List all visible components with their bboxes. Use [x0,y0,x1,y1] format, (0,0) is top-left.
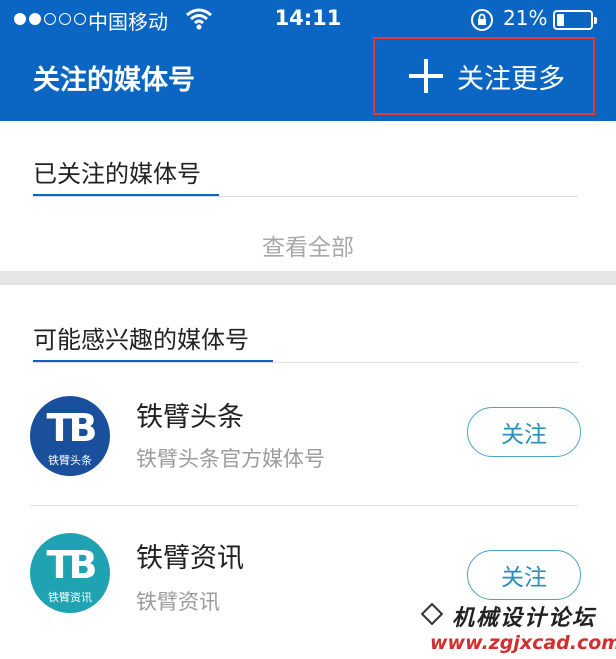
battery-icon [553,10,597,30]
tiebi-logo-icon: TB [46,406,98,450]
media-name: 铁臂头条 [136,402,244,433]
battery-fill [557,14,564,26]
avatar: TB 铁臂资讯 [30,533,110,613]
battery-tip [594,17,597,24]
page-title: 关注的媒体号 [33,65,195,96]
logo-caption: 铁臂头条 [48,454,92,467]
follow-button[interactable]: 关注 [467,550,581,600]
media-description: 铁臂头条官方媒体号 [136,447,325,471]
media-list-item[interactable]: TB 铁臂头条 铁臂头条 铁臂头条官方媒体号 关注 [0,363,616,503]
logo-caption: 铁臂资讯 [48,591,92,604]
avatar: TB 铁臂头条 [30,396,110,476]
app-header: 中国移动 14:11 21% 关注的媒体号 关注更多 [0,0,616,121]
screen: 中国移动 14:11 21% 关注的媒体号 关注更多 已关注的媒体号 查看全部 … [0,0,616,659]
orientation-lock-icon [470,8,494,36]
media-description: 铁臂资讯 [136,590,220,614]
diamond-icon [420,602,444,626]
divider [33,196,578,197]
plus-icon [409,59,443,93]
followed-section-title: 已关注的媒体号 [33,160,201,188]
watermark: 机械设计论坛 www.zgjxcad.com [418,598,616,659]
section-gap [0,271,616,285]
follow-more-button[interactable]: 关注更多 [373,37,595,115]
watermark-url: www.zgjxcad.com [430,632,616,654]
suggested-section-title: 可能感兴趣的媒体号 [33,326,249,354]
battery-percent: 21% [503,6,548,30]
watermark-title: 机械设计论坛 [452,606,597,631]
follow-more-label: 关注更多 [457,63,565,95]
tiebi-logo-icon: TB [46,543,98,587]
view-all-link[interactable]: 查看全部 [0,228,616,262]
media-name: 铁臂资讯 [136,543,244,574]
status-bar: 中国移动 14:11 21% [0,0,616,40]
follow-button[interactable]: 关注 [467,407,581,457]
